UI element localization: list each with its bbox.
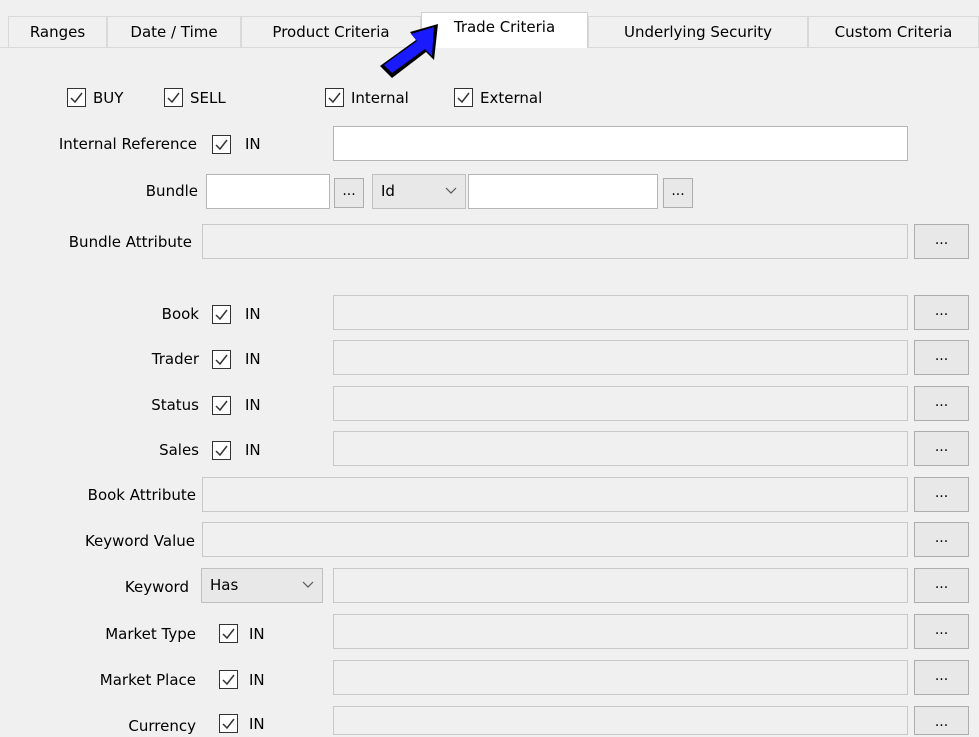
market-type-field[interactable] — [333, 614, 908, 649]
market-type-browse-button[interactable]: ... — [914, 614, 969, 649]
book-attribute-label: Book Attribute — [87, 486, 196, 504]
tab-label: Trade Criteria — [453, 17, 556, 36]
chevron-down-icon — [302, 581, 314, 588]
tab-custom-criteria[interactable]: Custom Criteria — [808, 16, 979, 47]
internal-reference-label: Internal Reference — [58, 135, 197, 153]
keyword-value-field[interactable] — [202, 522, 908, 557]
checkmark-icon — [167, 92, 180, 103]
checkmark-icon — [457, 92, 470, 103]
status-browse-button[interactable]: ... — [914, 386, 969, 421]
tab-label: Underlying Security — [623, 23, 772, 41]
market-place-field[interactable] — [333, 660, 908, 695]
market-place-label: Market Place — [99, 671, 196, 689]
in-label: IN — [245, 135, 261, 153]
bundle-attribute-field[interactable] — [202, 224, 908, 259]
market-type-label: Market Type — [105, 625, 196, 643]
trader-in-checkbox[interactable] — [212, 350, 231, 369]
checkmark-icon — [222, 628, 235, 639]
keyword-operator-select[interactable]: Has — [201, 568, 323, 603]
status-label: Status — [151, 396, 199, 414]
checkmark-icon — [215, 445, 228, 456]
sales-browse-button[interactable]: ... — [914, 431, 969, 466]
in-label: IN — [249, 625, 265, 643]
checkmark-icon — [215, 354, 228, 365]
external-label: External — [480, 89, 543, 107]
sell-checkbox[interactable] — [164, 88, 183, 107]
bundle-id-browse-button[interactable]: ... — [663, 178, 693, 208]
keyword-label: Keyword — [124, 578, 189, 596]
sales-in-checkbox[interactable] — [212, 441, 231, 460]
book-in-checkbox[interactable] — [212, 305, 231, 324]
chevron-down-icon — [445, 187, 457, 194]
checkmark-icon — [70, 92, 83, 103]
tab-underlying-security[interactable]: Underlying Security — [588, 16, 808, 47]
currency-label: Currency — [128, 717, 196, 735]
book-attribute-field[interactable] — [202, 477, 908, 512]
bundle-type-select[interactable]: Id — [372, 174, 466, 209]
bundle-label: Bundle — [145, 182, 198, 200]
in-label: IN — [249, 671, 265, 689]
sales-label: Sales — [159, 441, 199, 459]
currency-field[interactable] — [333, 706, 908, 735]
bundle-id-input[interactable] — [468, 174, 658, 209]
internal-checkbox[interactable] — [325, 88, 344, 107]
in-label: IN — [245, 396, 261, 414]
checkmark-icon — [222, 674, 235, 685]
tab-bar: Ranges Date / Time Product Criteria Unde… — [0, 0, 979, 48]
keyword-browse-button[interactable]: ... — [914, 568, 969, 603]
internal-label: Internal — [351, 89, 409, 107]
tab-label: Ranges — [29, 23, 86, 41]
sell-label: SELL — [190, 89, 226, 107]
buy-checkbox[interactable] — [67, 88, 86, 107]
market-place-browse-button[interactable]: ... — [914, 660, 969, 695]
bundle-type-value: Id — [381, 182, 395, 200]
checkmark-icon — [328, 92, 341, 103]
in-label: IN — [249, 715, 265, 733]
tab-date-time[interactable]: Date / Time — [107, 16, 241, 47]
sales-field[interactable] — [333, 431, 908, 466]
internal-reference-input[interactable] — [333, 126, 908, 161]
in-label: IN — [245, 441, 261, 459]
status-in-checkbox[interactable] — [212, 396, 231, 415]
keyword-value-browse-button[interactable]: ... — [914, 522, 969, 557]
pointer-arrow-icon — [380, 24, 438, 78]
trader-field[interactable] — [333, 340, 908, 375]
bundle-browse-button[interactable]: ... — [334, 178, 364, 208]
checkmark-icon — [215, 139, 228, 150]
currency-in-checkbox[interactable] — [219, 714, 238, 733]
tab-ranges[interactable]: Ranges — [8, 16, 107, 47]
tab-label: Custom Criteria — [834, 23, 953, 41]
trader-browse-button[interactable]: ... — [914, 340, 969, 375]
market-place-in-checkbox[interactable] — [219, 670, 238, 689]
internal-reference-in-checkbox[interactable] — [212, 135, 231, 154]
book-field[interactable] — [333, 295, 908, 330]
book-attribute-browse-button[interactable]: ... — [914, 477, 969, 512]
keyword-value-label: Keyword Value — [84, 532, 195, 550]
in-label: IN — [245, 305, 261, 323]
currency-browse-button[interactable]: ... — [914, 706, 969, 735]
in-label: IN — [245, 350, 261, 368]
buy-label: BUY — [93, 89, 124, 107]
market-type-in-checkbox[interactable] — [219, 624, 238, 643]
checkmark-icon — [215, 400, 228, 411]
checkmark-icon — [215, 309, 228, 320]
trader-label: Trader — [151, 350, 199, 368]
checkmark-icon — [222, 718, 235, 729]
book-browse-button[interactable]: ... — [914, 295, 969, 330]
tab-label: Date / Time — [130, 23, 218, 41]
bundle-attribute-browse-button[interactable]: ... — [914, 224, 969, 259]
status-field[interactable] — [333, 386, 908, 421]
book-label: Book — [161, 305, 199, 323]
external-checkbox[interactable] — [454, 88, 473, 107]
keyword-field[interactable] — [333, 568, 908, 603]
bundle-attribute-label: Bundle Attribute — [68, 233, 192, 251]
bundle-input[interactable] — [206, 174, 330, 209]
keyword-operator-value: Has — [210, 576, 239, 594]
